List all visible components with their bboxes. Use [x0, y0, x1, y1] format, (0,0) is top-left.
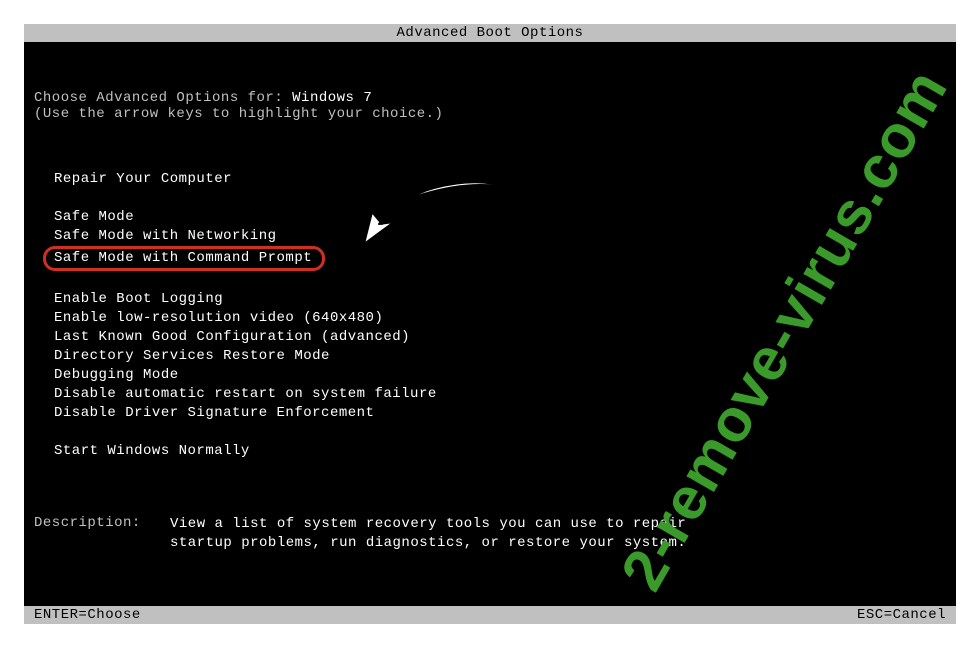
annotation-arrow-icon [354, 174, 524, 269]
instruction-block: Choose Advanced Options for: Windows 7 (… [24, 90, 956, 122]
description-label: Description: [34, 515, 170, 553]
menu-item-disable-driver-sig[interactable]: Disable Driver Signature Enforcement [54, 404, 956, 423]
menu-item-directory-services-restore[interactable]: Directory Services Restore Mode [54, 347, 956, 366]
menu-group-advanced: Enable Boot Logging Enable low-resolutio… [54, 290, 956, 423]
menu-group-normal: Start Windows Normally [54, 442, 956, 461]
highlighted-menu-item[interactable]: Safe Mode with Command Prompt [43, 246, 325, 271]
menu-item-low-res-video[interactable]: Enable low-resolution video (640x480) [54, 309, 956, 328]
footer-enter-hint: ENTER=Choose [34, 607, 141, 623]
os-name: Windows 7 [292, 90, 372, 106]
description-text: View a list of system recovery tools you… [170, 515, 730, 553]
footer-bar: ENTER=Choose ESC=Cancel [24, 606, 956, 624]
menu-item-disable-auto-restart[interactable]: Disable automatic restart on system fail… [54, 385, 956, 404]
footer-esc-hint: ESC=Cancel [857, 607, 946, 623]
menu-item-boot-logging[interactable]: Enable Boot Logging [54, 290, 956, 309]
instruction-hint: (Use the arrow keys to highlight your ch… [34, 106, 956, 122]
menu-item-last-known-good[interactable]: Last Known Good Configuration (advanced) [54, 328, 956, 347]
instruction-prefix: Choose Advanced Options for: [34, 90, 292, 106]
description-block: Description: View a list of system recov… [24, 515, 956, 553]
instruction-line-1: Choose Advanced Options for: Windows 7 [34, 90, 956, 106]
menu-item-start-normally[interactable]: Start Windows Normally [54, 442, 956, 461]
boot-options-screen: Advanced Boot Options Choose Advanced Op… [24, 24, 956, 624]
content-area: Choose Advanced Options for: Windows 7 (… [24, 90, 956, 553]
page-title: Advanced Boot Options [24, 24, 956, 42]
menu-item-debugging-mode[interactable]: Debugging Mode [54, 366, 956, 385]
